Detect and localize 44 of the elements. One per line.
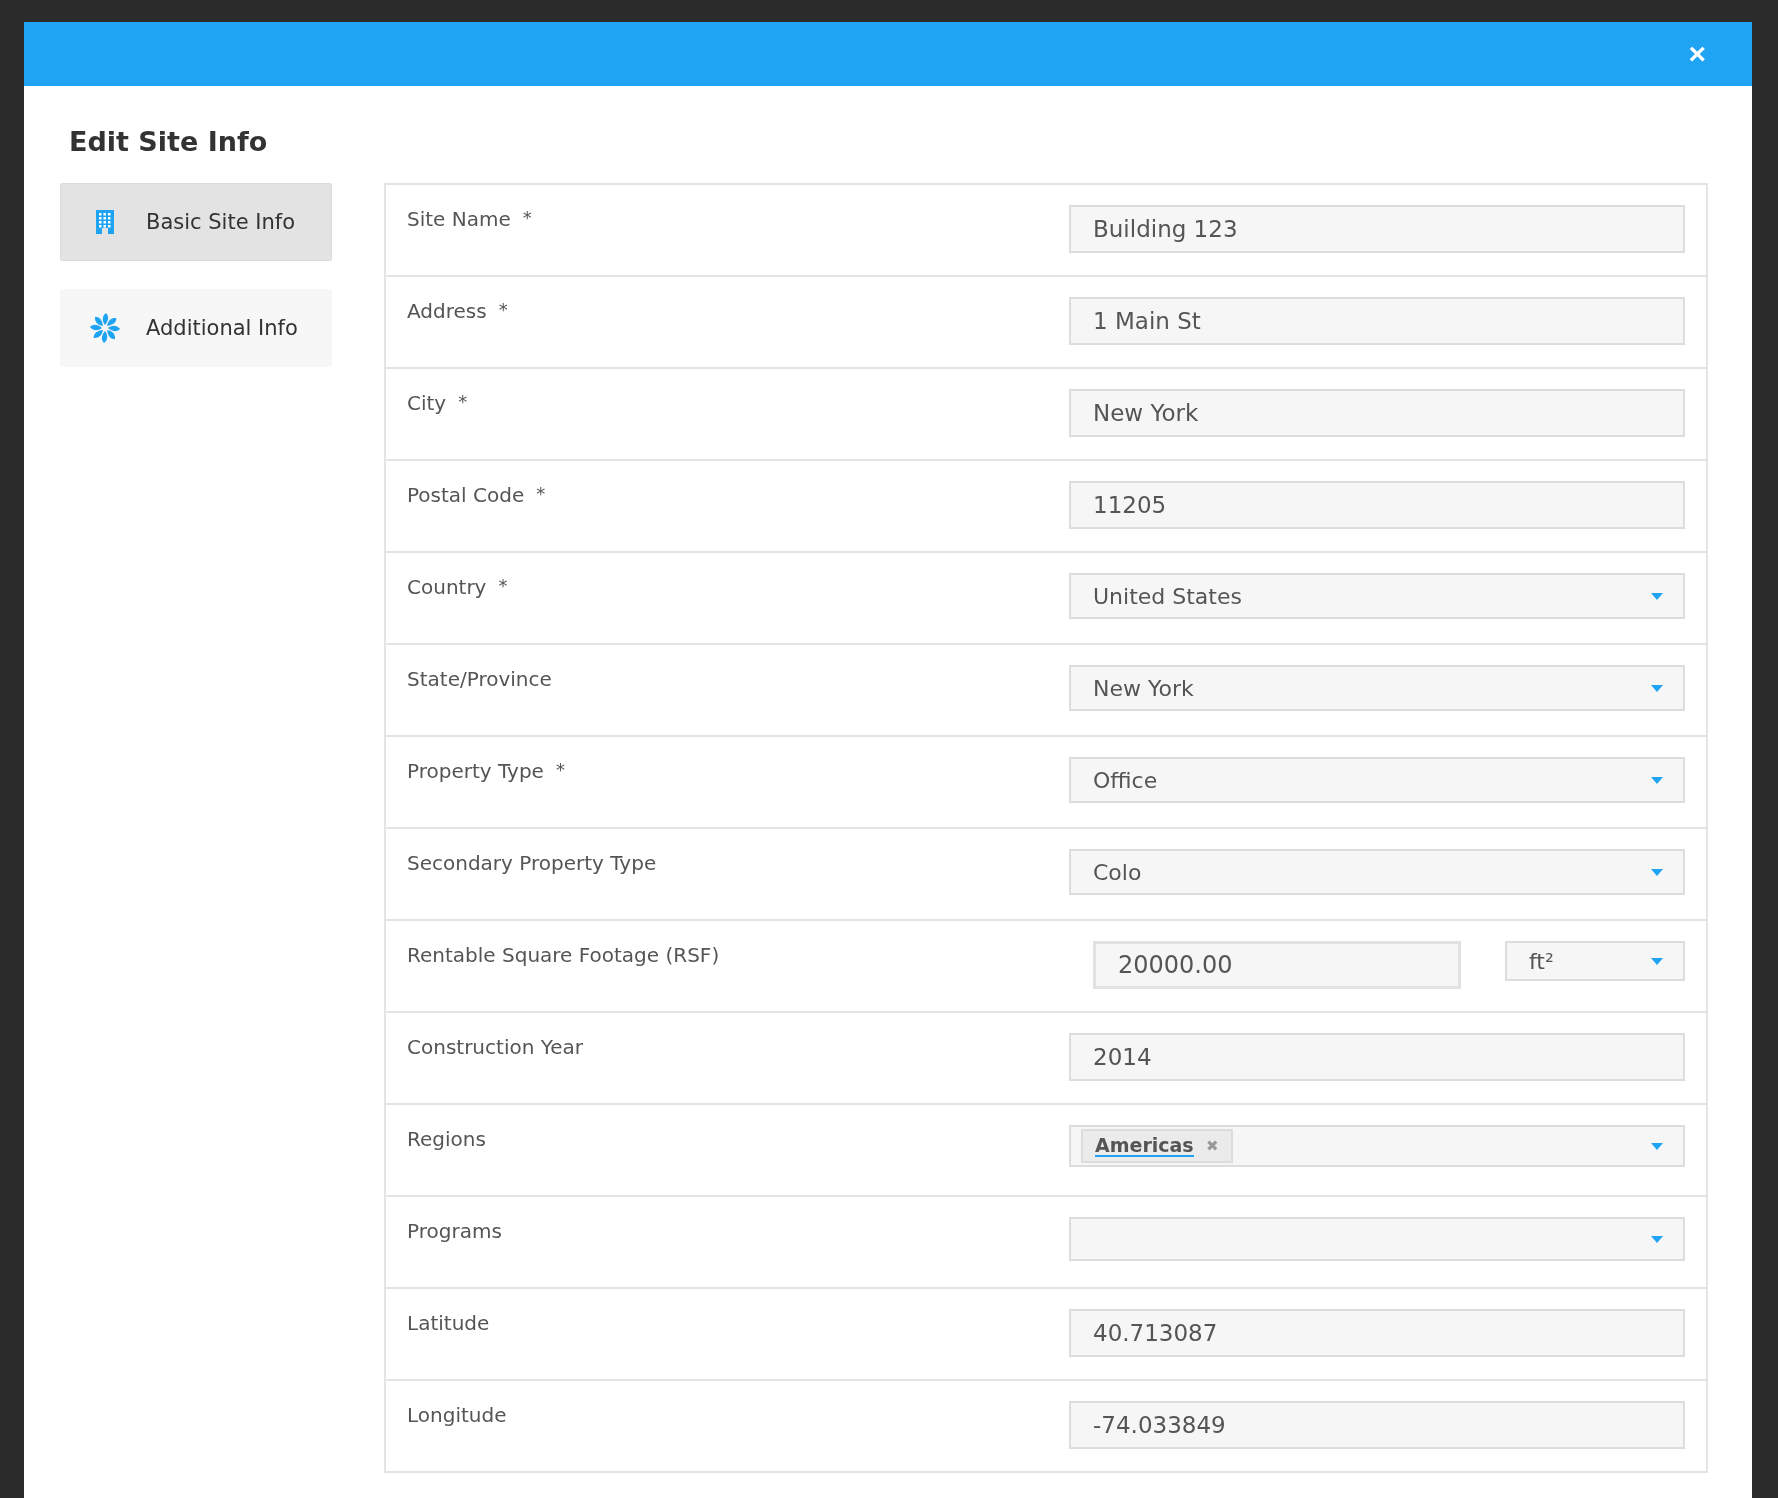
- caret-icon: [1651, 776, 1663, 784]
- field-label: Site Name *: [407, 206, 532, 233]
- sidebar-item[interactable]: Basic Site Info: [60, 183, 332, 261]
- field-label: Property Type *: [407, 758, 565, 785]
- text-field[interactable]: -74.033849: [1069, 1401, 1685, 1449]
- field-label: City *: [407, 390, 468, 417]
- building-icon: [96, 210, 114, 234]
- caret-icon: [1651, 1235, 1663, 1243]
- select-field[interactable]: Office: [1069, 757, 1685, 803]
- field-label: Country *: [407, 574, 508, 601]
- number-field[interactable]: 20000.00: [1093, 941, 1461, 989]
- field-label: Construction Year: [407, 1034, 584, 1061]
- fan-icon: [90, 313, 120, 343]
- text-field[interactable]: 1 Main St: [1069, 297, 1685, 345]
- select-field[interactable]: New York: [1069, 665, 1685, 711]
- field-label: Programs: [407, 1218, 502, 1245]
- multi-select-field[interactable]: Americas ✖: [1069, 1125, 1685, 1167]
- tag-label[interactable]: Americas: [1095, 1134, 1194, 1158]
- text-field[interactable]: Building 123: [1069, 205, 1685, 253]
- caret-icon: [1651, 957, 1663, 965]
- caret-icon: [1651, 592, 1663, 600]
- multi-select-field[interactable]: [1069, 1217, 1685, 1261]
- caret-icon: [1651, 868, 1663, 876]
- text-field[interactable]: 2014: [1069, 1033, 1685, 1081]
- field-label: Longitude: [407, 1402, 507, 1429]
- sidebar-item-label: Basic Site Info: [146, 210, 295, 234]
- caret-icon: [1651, 684, 1663, 692]
- select-field[interactable]: United States: [1069, 573, 1685, 619]
- field-label: Address *: [407, 298, 508, 325]
- field-label: State/Province: [407, 666, 552, 693]
- text-field[interactable]: 40.713087: [1069, 1309, 1685, 1357]
- unit-select[interactable]: ft²: [1505, 941, 1685, 981]
- field-label: Rentable Square Footage (RSF): [407, 942, 720, 969]
- text-field[interactable]: 11205: [1069, 481, 1685, 529]
- field-label: Secondary Property Type: [407, 850, 657, 877]
- dialog-title: Edit Site Info: [69, 126, 269, 157]
- sidebar-item-label: Additional Info: [146, 316, 298, 340]
- field-label: Postal Code *: [407, 482, 546, 509]
- sidebar-item[interactable]: Additional Info: [60, 289, 332, 367]
- caret-icon: [1651, 1142, 1663, 1150]
- select-field[interactable]: Colo: [1069, 849, 1685, 895]
- field-label: Regions: [407, 1126, 486, 1153]
- field-label: Latitude: [407, 1310, 490, 1337]
- text-field[interactable]: New York: [1069, 389, 1685, 437]
